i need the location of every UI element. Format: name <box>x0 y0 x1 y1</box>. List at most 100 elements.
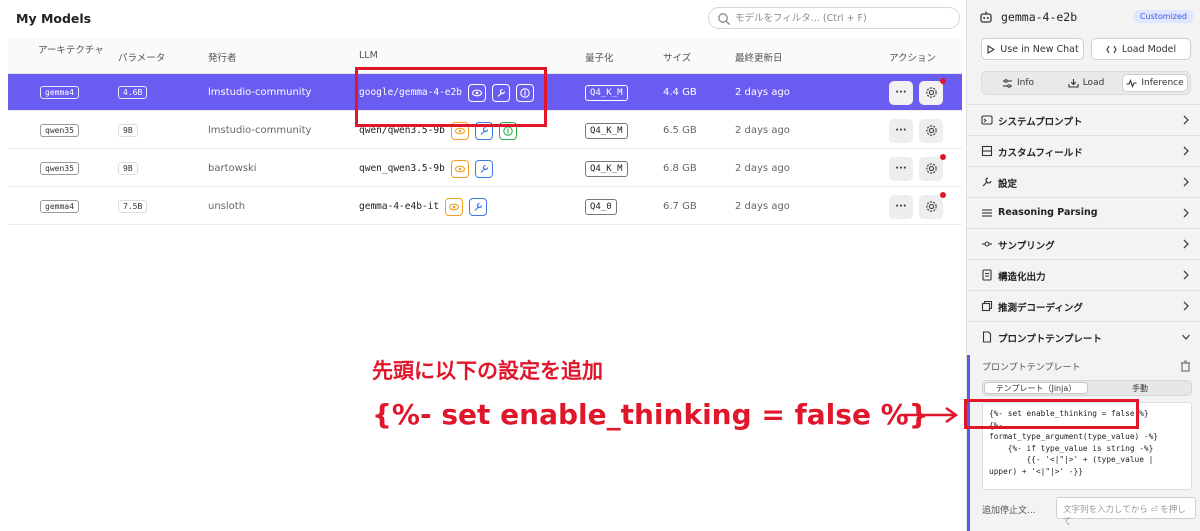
table-row[interactable]: qwen35 9B bartowski qwen_qwen3.5-9b Q4_K… <box>8 150 962 187</box>
section-custom-fields[interactable]: カスタムフィールド <box>967 135 1200 166</box>
file-size: 6.7 GB <box>663 201 697 212</box>
table-row[interactable]: gemma4 4.6B lmstudio-community google/ge… <box>8 74 962 111</box>
search-input[interactable] <box>735 10 955 26</box>
column-header-llm[interactable]: LLM <box>359 50 378 61</box>
arch-tag: gemma4 <box>40 86 79 99</box>
arch-tag: qwen35 <box>40 124 79 137</box>
arrow-icon <box>904 406 959 424</box>
chevron-right-icon <box>1183 115 1189 125</box>
file-icon <box>982 331 992 343</box>
terminal-icon <box>981 115 993 125</box>
tool-use-icon <box>474 159 493 178</box>
modified-date: 2 days ago <box>735 87 790 98</box>
quant-tag: Q4_K_M <box>585 122 628 139</box>
annotation-code: {%- set enable_thinking = false %} <box>372 398 929 431</box>
more-options-button[interactable]: ··· <box>889 118 913 143</box>
tab-inference[interactable]: Inference <box>1122 74 1188 92</box>
section-label: 推測デコーディング <box>998 303 1083 314</box>
llm-name: qwen/qwen3.5-9b <box>359 125 445 136</box>
more-options-button[interactable]: ··· <box>889 156 913 181</box>
file-size: 6.5 GB <box>663 125 697 136</box>
chevron-right-icon <box>1183 208 1189 218</box>
template-mode-manual[interactable]: 手動 <box>1089 382 1191 394</box>
template-mode-jinja[interactable]: テンプレート（Jinja） <box>984 382 1088 394</box>
column-header-params[interactable]: パラメータ <box>118 50 165 64</box>
gear-icon <box>925 163 937 174</box>
annotation-instruction: 先頭に以下の設定を追加 <box>372 359 603 383</box>
section-speculative-decoding[interactable]: 推測デコーディング <box>967 290 1200 321</box>
notification-dot <box>940 77 946 84</box>
gear-icon <box>925 87 937 98</box>
tool-use-icon <box>469 197 488 216</box>
column-header-actions: アクション <box>889 53 937 64</box>
params-tag: 9B <box>118 124 138 137</box>
use-in-new-chat-label: Use in New Chat <box>1000 43 1079 55</box>
robot-icon <box>980 11 992 23</box>
trash-icon[interactable] <box>1180 360 1191 372</box>
settings-button[interactable] <box>919 191 946 219</box>
settings-button[interactable] <box>919 77 946 105</box>
modified-date: 2 days ago <box>735 201 790 212</box>
vision-icon <box>450 159 469 178</box>
llm-name: qwen_qwen3.5-9b <box>359 163 445 174</box>
more-icon: ··· <box>895 163 907 174</box>
stop-strings-input[interactable]: 文字列を入力してから ⏎ を押して <box>1056 497 1196 527</box>
model-settings-sidebar: gemma-4-e2b Customized Use in New Chat L… <box>964 0 1200 531</box>
table-row[interactable]: gemma4 7.5B unsloth gemma-4-e4b-it Q4_0 … <box>8 188 962 225</box>
modified-date: 2 days ago <box>735 163 790 174</box>
section-system-prompt[interactable]: システムプロンプト <box>967 104 1200 135</box>
table-row[interactable]: qwen35 9B lmstudio-community qwen/qwen3.… <box>8 112 962 149</box>
column-header-publisher[interactable]: 発行者 <box>208 50 237 64</box>
params-tag: 4.6B <box>118 86 148 99</box>
pulse-icon <box>1126 78 1137 88</box>
template-code-editor[interactable]: {%- set enable_thinking = false %} {%- .… <box>982 402 1192 490</box>
chevron-right-icon <box>1183 301 1189 311</box>
vision-icon <box>445 197 464 216</box>
params-tag: 7.5B <box>118 200 148 213</box>
section-settings[interactable]: 設定 <box>967 166 1200 197</box>
column-header-quant[interactable]: 量子化 <box>585 50 614 64</box>
info-icon <box>1002 78 1012 88</box>
file-size: 4.4 GB <box>663 87 697 98</box>
template-label: プロンプトテンプレート <box>982 363 1081 373</box>
section-prompt-template[interactable]: プロンプトテンプレート <box>967 321 1200 352</box>
publisher: unsloth <box>208 201 246 212</box>
column-header-architecture[interactable]: アーキテクチャ <box>38 42 104 56</box>
use-in-new-chat-button[interactable]: Use in New Chat <box>981 38 1084 60</box>
settings-button[interactable] <box>919 153 946 181</box>
section-sampling[interactable]: サンプリング <box>967 228 1200 259</box>
section-label: 設定 <box>998 179 1018 190</box>
model-name: gemma-4-e2b <box>1001 10 1078 24</box>
reasoning-icon <box>515 83 534 102</box>
notification-dot <box>940 153 946 160</box>
tool-use-icon <box>491 83 510 102</box>
vision-icon <box>467 83 486 102</box>
quant-tag: Q4_K_M <box>585 160 628 177</box>
more-options-button[interactable]: ··· <box>889 80 913 105</box>
load-model-button[interactable]: Load Model <box>1091 38 1191 60</box>
tab-load[interactable]: Load <box>1054 74 1118 92</box>
document-icon <box>982 269 992 281</box>
more-icon: ··· <box>895 87 907 98</box>
notification-dot <box>940 191 946 198</box>
column-header-size[interactable]: サイズ <box>663 50 691 64</box>
quant-tag: Q4_0 <box>585 198 617 215</box>
modified-date: 2 days ago <box>735 125 790 136</box>
settings-button[interactable] <box>919 118 943 143</box>
reasoning-icon <box>498 121 517 140</box>
arch-tag: qwen35 <box>40 162 79 175</box>
section-structured-output[interactable]: 構造化出力 <box>967 259 1200 290</box>
column-header-modified[interactable]: 最終更新日 <box>735 50 783 64</box>
publisher: lmstudio-community <box>208 87 312 98</box>
section-reasoning-parsing[interactable]: Reasoning Parsing <box>967 197 1200 228</box>
quant-tag: Q4_K_M <box>585 84 628 101</box>
stop-strings-label: 追加停止文... <box>982 506 1036 516</box>
chevron-right-icon <box>1183 177 1189 187</box>
search-box[interactable] <box>708 7 960 29</box>
llm-name: gemma-4-e4b-it <box>359 201 440 212</box>
more-options-button[interactable]: ··· <box>889 194 913 219</box>
llm-name: google/gemma-4-e2b <box>359 87 462 98</box>
list-icon <box>982 209 992 217</box>
publisher: lmstudio-community <box>208 125 312 136</box>
tab-info[interactable]: Info <box>986 74 1050 92</box>
